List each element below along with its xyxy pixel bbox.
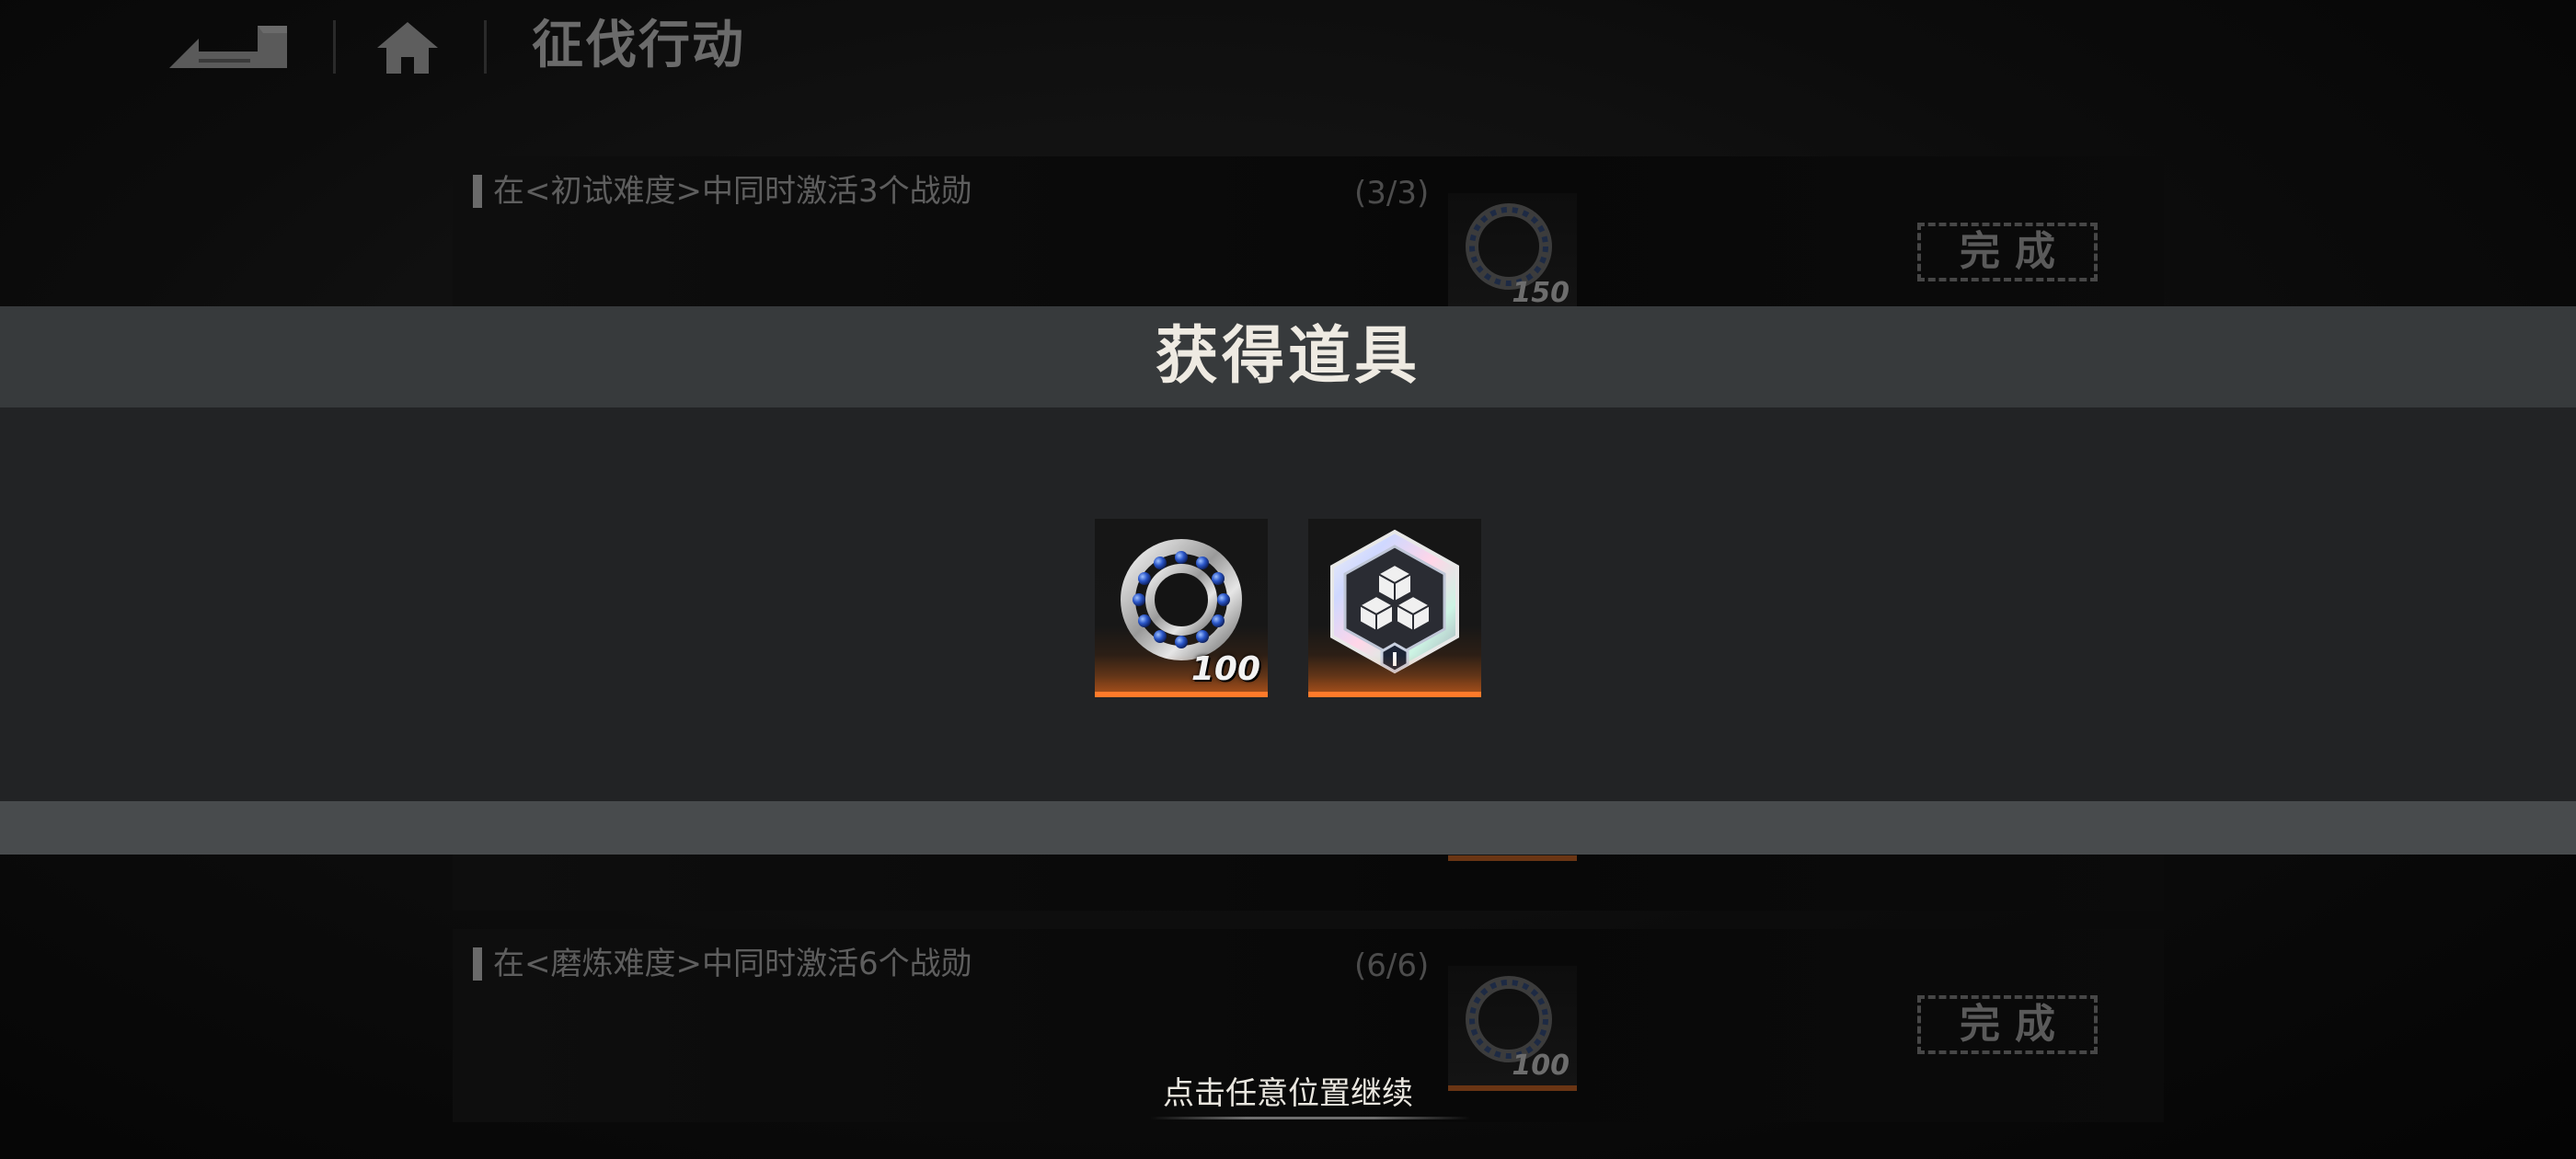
reward-count: 100 [1512, 1050, 1570, 1082]
mission-progress: (6/6) [1354, 947, 1430, 984]
mission-accent [473, 947, 482, 981]
rarity-glow [1308, 655, 1481, 692]
reward-count: 100 [1190, 650, 1260, 688]
rarity-bar [1308, 692, 1481, 697]
modal-header: 获得道具 [0, 306, 2576, 407]
top-bar: 征伐行动 [0, 0, 2576, 92]
mission-reward-slot[interactable]: 150 [1448, 193, 1577, 318]
mission-text: 在<初试难度>中同时激活3个战勋 [493, 173, 972, 210]
back-arrow-icon[interactable] [162, 20, 294, 74]
mission-accent [473, 175, 482, 208]
mission-complete-badge: 完成 [1917, 995, 2098, 1054]
modal-body [0, 407, 2576, 801]
page-title: 征伐行动 [532, 16, 745, 75]
mission-complete-badge: 完成 [1917, 223, 2098, 281]
continue-underline [1150, 1117, 1470, 1119]
modal-footer [0, 801, 2576, 855]
reward-item[interactable]: 100 [1095, 519, 1268, 697]
home-icon[interactable] [375, 18, 440, 75]
reward-item[interactable]: I [1308, 519, 1481, 697]
divider [484, 20, 487, 74]
modal-title: 获得道具 [1155, 320, 1420, 393]
mission-text: 在<磨炼难度>中同时激活6个战勋 [493, 946, 972, 982]
divider [333, 20, 336, 74]
rarity-bar [1095, 692, 1268, 697]
continue-hint[interactable]: 点击任意位置继续 [1104, 1071, 1472, 1117]
reward-count: 150 [1512, 277, 1570, 309]
mission-progress: (3/3) [1354, 175, 1430, 212]
game-screen[interactable]: 征伐行动 在<初试难度>中同时激活3个战勋 (3/3) 150 完成 100 在… [0, 0, 2576, 1159]
